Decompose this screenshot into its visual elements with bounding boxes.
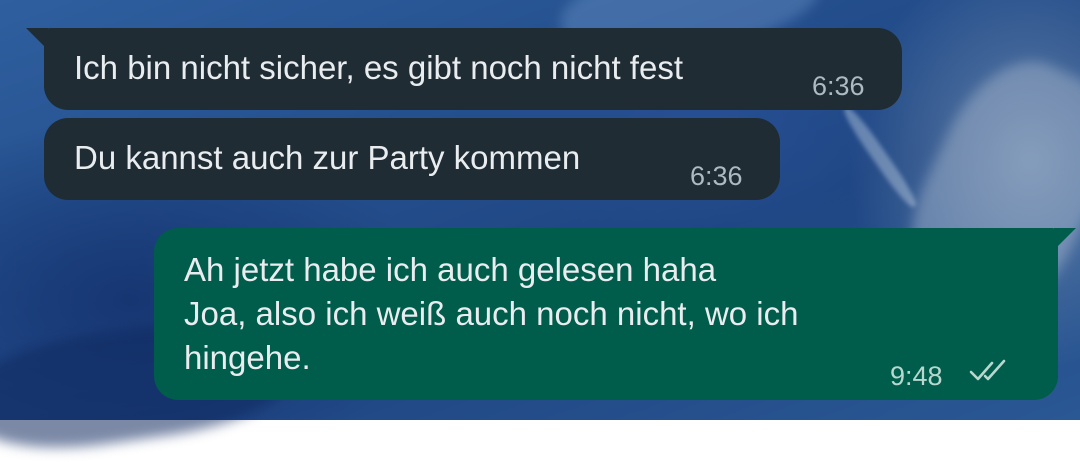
message-line: hingehe. [184, 339, 311, 376]
incoming-message-bubble[interactable]: Ich bin nicht sicher, es gibt noch nicht… [26, 28, 902, 110]
message-text: Du kannst auch zur Party kommen [74, 136, 580, 180]
incoming-message-bubble[interactable]: Du kannst auch zur Party kommen 6:36 [44, 118, 780, 200]
message-timestamp: 6:36 [690, 161, 743, 191]
message-line: Joa, also ich weiß auch noch nicht, wo i… [184, 295, 799, 332]
message-text: Ah jetzt habe ich auch gelesen haha Joa,… [184, 248, 798, 380]
message-line: Ah jetzt habe ich auch gelesen haha [184, 251, 717, 288]
message-line: Du kannst auch zur Party kommen [74, 139, 581, 176]
message-timestamp: 9:48 [890, 361, 943, 391]
outgoing-message-bubble[interactable]: Ah jetzt habe ich auch gelesen haha Joa,… [154, 228, 1076, 400]
message-line: Ich bin nicht sicher, es gibt noch nicht… [74, 49, 684, 86]
double-check-read-icon [969, 359, 1006, 381]
message-text: Ich bin nicht sicher, es gibt noch nicht… [74, 46, 683, 90]
wallpaper-zipper-highlight [839, 103, 921, 211]
message-timestamp: 6:36 [812, 71, 865, 101]
